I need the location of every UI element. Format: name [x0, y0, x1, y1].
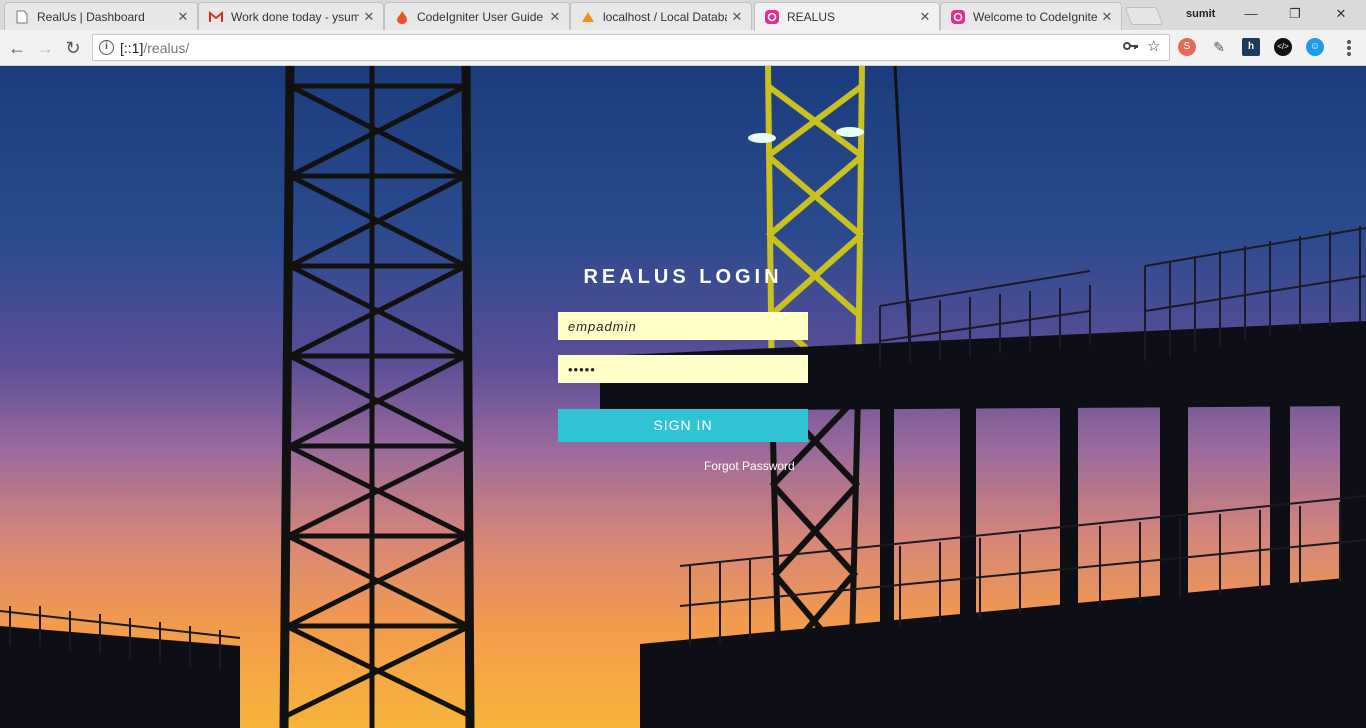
restore-button[interactable]: ❐ — [1284, 4, 1306, 24]
back-button[interactable]: ← — [6, 37, 28, 59]
browser-toolbar: ← → ↻ i [::1]/realus/ ☆ S ✎ h </> ☺ — [0, 30, 1366, 66]
h-extension-icon[interactable]: h — [1242, 38, 1260, 56]
url-host: [::1] — [120, 40, 144, 56]
eyedropper-icon[interactable]: ✎ — [1210, 38, 1228, 56]
tab-title: REALUS — [787, 10, 836, 24]
forward-button[interactable]: → — [34, 37, 56, 59]
info-icon[interactable]: i — [99, 40, 114, 55]
tab-close-icon[interactable]: ✕ — [1101, 9, 1113, 25]
tab-title: localhost / Local Databa — [603, 9, 727, 24]
tab-title: CodeIgniter User Guide — [417, 9, 544, 24]
url-path: /realus/ — [143, 40, 190, 56]
reload-button[interactable]: ↻ — [62, 37, 84, 59]
extension-icon[interactable]: S — [1178, 38, 1196, 56]
tab-phpmyadmin[interactable]: localhost / Local Databa ✕ — [570, 2, 752, 30]
phpmyadmin-icon — [581, 10, 595, 24]
tab-close-icon[interactable]: ✕ — [549, 9, 561, 25]
tab-close-icon[interactable]: ✕ — [177, 9, 189, 25]
new-tab-button[interactable] — [1124, 7, 1164, 25]
profile-name[interactable]: sumit — [1186, 8, 1215, 20]
password-input[interactable] — [558, 355, 808, 383]
bookmark-star-icon[interactable]: ☆ — [1147, 37, 1160, 55]
tab-title: RealUs | Dashboard — [37, 9, 145, 24]
code-extension-icon[interactable]: </> — [1274, 38, 1292, 56]
address-url[interactable]: [::1]/realus/ — [120, 40, 189, 56]
flame-icon — [395, 10, 409, 24]
browser-titlebar: RealUs | Dashboard ✕ Work done today - y… — [0, 0, 1366, 31]
gmail-icon — [209, 10, 223, 24]
tab-gmail[interactable]: Work done today - ysum ✕ — [198, 2, 384, 30]
document-icon — [15, 10, 29, 24]
address-bar[interactable]: i [::1]/realus/ ☆ — [92, 34, 1170, 61]
tab-realus-dashboard[interactable]: RealUs | Dashboard ✕ — [4, 2, 198, 30]
smiley-extension-icon[interactable]: ☺ — [1306, 38, 1324, 56]
username-input[interactable] — [558, 312, 808, 340]
tab-title: Welcome to CodeIgnite — [973, 9, 1097, 24]
tab-close-icon[interactable]: ✕ — [731, 9, 743, 25]
menu-icon[interactable] — [1344, 38, 1354, 58]
close-window-button[interactable]: ✕ — [1330, 4, 1352, 24]
login-page: REALUS LOGIN SIGN IN Forgot Password — [0, 66, 1366, 728]
login-title: REALUS LOGIN — [583, 266, 783, 288]
forgot-password-link[interactable]: Forgot Password — [704, 459, 795, 473]
construction-background-image — [0, 66, 1366, 728]
tab-realus[interactable]: REALUS ✕ — [754, 2, 940, 31]
key-icon[interactable] — [1123, 39, 1139, 57]
tab-title: Work done today - ysum — [231, 9, 359, 24]
realus-icon — [765, 10, 779, 24]
sign-in-button[interactable]: SIGN IN — [558, 409, 808, 442]
minimize-button[interactable]: — — [1240, 4, 1262, 24]
tab-welcome-codeigniter[interactable]: Welcome to CodeIgnite ✕ — [940, 2, 1122, 30]
tab-close-icon[interactable]: ✕ — [363, 9, 375, 25]
tab-codeigniter-guide[interactable]: CodeIgniter User Guide ✕ — [384, 2, 570, 30]
realus-icon — [951, 9, 965, 24]
tab-close-icon[interactable]: ✕ — [919, 9, 931, 25]
